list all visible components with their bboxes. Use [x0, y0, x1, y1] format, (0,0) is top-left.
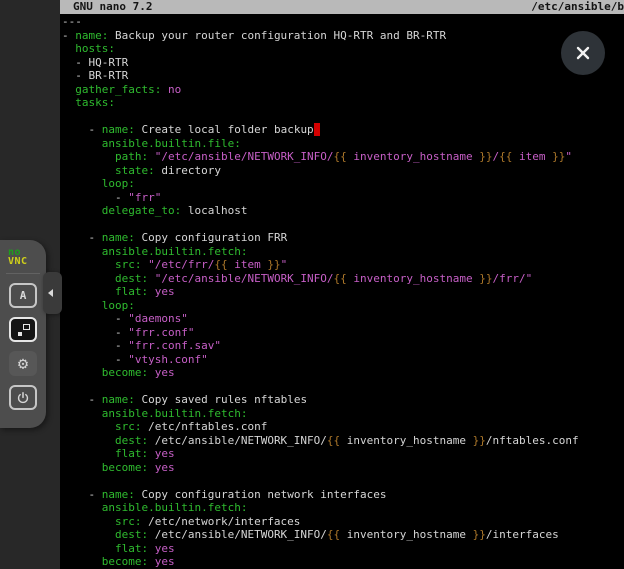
- code-line: src: /etc/nftables.conf: [62, 420, 624, 434]
- terminal-window: GNU nano 7.2 /etc/ansible/b ---- name: B…: [60, 0, 624, 569]
- code-line: ---: [62, 15, 624, 29]
- code-line: flat: yes: [62, 447, 624, 461]
- fullscreen-button[interactable]: [9, 317, 37, 342]
- code-line: - "frr.conf.sav": [62, 339, 624, 353]
- code-line: src: /etc/network/interfaces: [62, 515, 624, 529]
- code-line: loop:: [62, 177, 624, 191]
- control-bar-separator: [6, 273, 40, 274]
- text-cursor: [314, 123, 321, 136]
- code-line: become: yes: [62, 461, 624, 475]
- code-line: - name: Backup your router configuration…: [62, 29, 624, 43]
- code-line: [62, 110, 624, 124]
- code-line: path: "/etc/ansible/NETWORK_INFO/{{ inve…: [62, 150, 624, 164]
- editor-content[interactable]: ---- name: Backup your router configurat…: [62, 15, 624, 569]
- code-line: - name: Create local folder backup: [62, 123, 624, 137]
- desktop: GNU nano 7.2 /etc/ansible/b ---- name: B…: [0, 0, 624, 569]
- code-line: src: "/etc/frr/{{ item }}": [62, 258, 624, 272]
- code-line: loop:: [62, 299, 624, 313]
- code-line: - HQ-RTR: [62, 56, 624, 70]
- code-line: ansible.builtin.file:: [62, 137, 624, 151]
- novnc-logo-vnc: VNC: [8, 258, 46, 267]
- code-line: dest: "/etc/ansible/NETWORK_INFO/{{ inve…: [62, 272, 624, 286]
- code-line: flat: yes: [62, 542, 624, 556]
- close-button[interactable]: [561, 31, 605, 75]
- gear-icon: ⚙: [18, 354, 28, 374]
- code-line: state: directory: [62, 164, 624, 178]
- code-line: - BR-RTR: [62, 69, 624, 83]
- nano-app-title: GNU nano 7.2: [73, 0, 152, 14]
- keyboard-button[interactable]: A: [9, 283, 37, 308]
- code-line: [62, 474, 624, 488]
- a-key-icon: A: [20, 289, 27, 302]
- control-bar-handle[interactable]: [43, 272, 62, 314]
- code-line: dest: /etc/ansible/NETWORK_INFO/{{ inven…: [62, 528, 624, 542]
- code-line: gather_facts: no: [62, 83, 624, 97]
- fullscreen-icon: [17, 324, 30, 336]
- code-line: - "vtysh.conf": [62, 353, 624, 367]
- code-line: flat: yes: [62, 285, 624, 299]
- code-line: delegate_to: localhost: [62, 204, 624, 218]
- novnc-control-bar: no VNC A ⚙: [0, 240, 46, 428]
- code-line: become: yes: [62, 366, 624, 380]
- code-line: - name: Copy configuration FRR: [62, 231, 624, 245]
- code-line: - "frr": [62, 191, 624, 205]
- code-line: dest: /etc/ansible/NETWORK_INFO/{{ inven…: [62, 434, 624, 448]
- settings-button[interactable]: ⚙: [9, 351, 37, 376]
- x-icon: [574, 44, 592, 62]
- code-line: tasks:: [62, 96, 624, 110]
- code-line: become: yes: [62, 555, 624, 569]
- nano-titlebar: GNU nano 7.2 /etc/ansible/b: [60, 0, 624, 14]
- code-line: ansible.builtin.fetch:: [62, 501, 624, 515]
- code-line: hosts:: [62, 42, 624, 56]
- code-line: ansible.builtin.fetch:: [62, 407, 624, 421]
- code-line: [62, 380, 624, 394]
- novnc-logo: no VNC: [8, 249, 46, 266]
- power-icon: [16, 391, 30, 405]
- code-line: - name: Copy configuration network inter…: [62, 488, 624, 502]
- nano-file-path: /etc/ansible/b: [531, 0, 624, 14]
- code-line: ansible.builtin.fetch:: [62, 245, 624, 259]
- collapse-left-arrow-icon: [48, 289, 53, 297]
- code-line: [62, 218, 624, 232]
- code-line: - name: Copy saved rules nftables: [62, 393, 624, 407]
- code-line: - "daemons": [62, 312, 624, 326]
- code-line: - "frr.conf": [62, 326, 624, 340]
- power-button[interactable]: [9, 385, 37, 410]
